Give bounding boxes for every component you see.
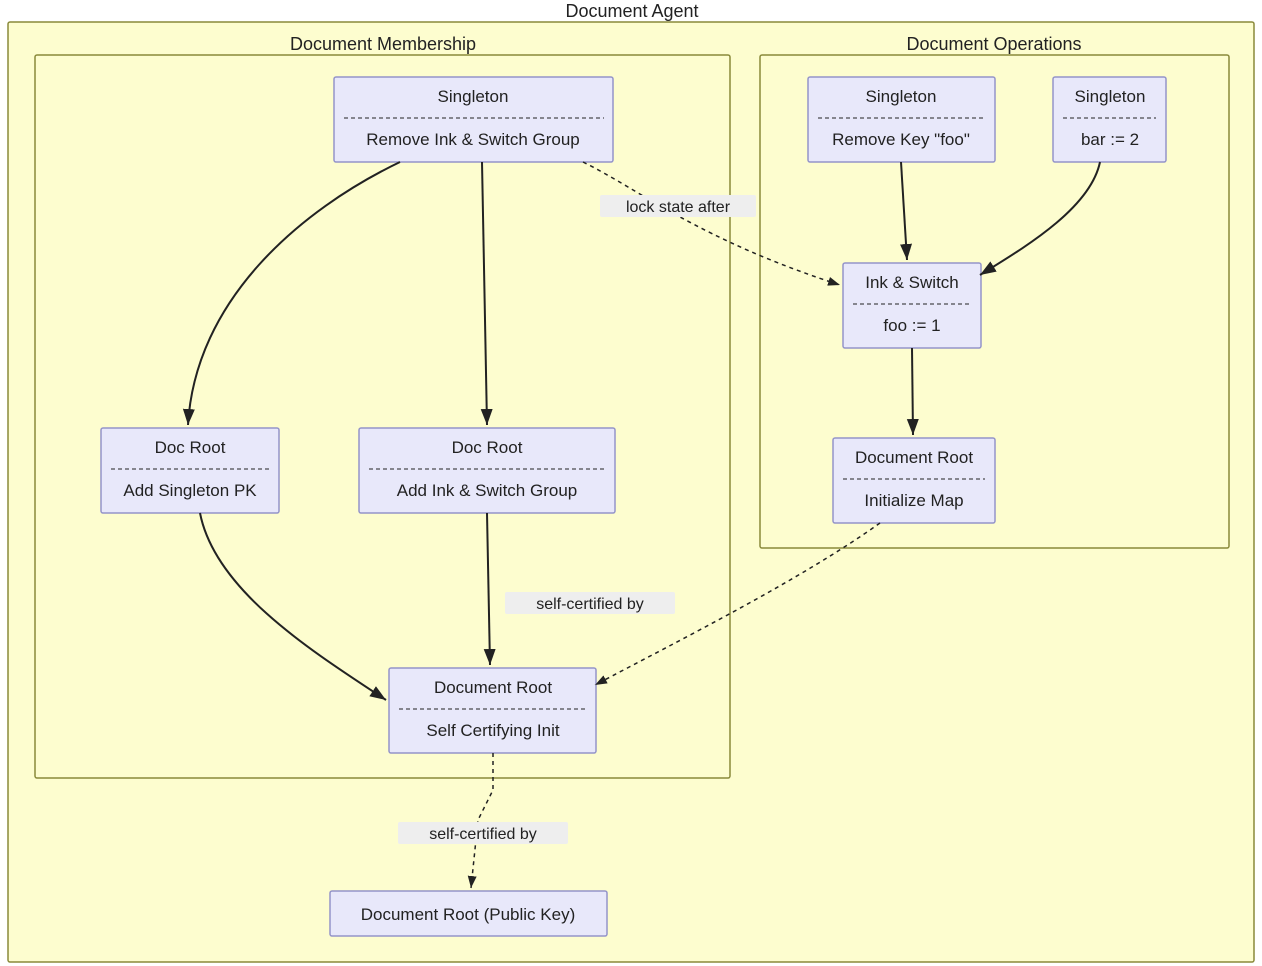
node-singleton-bar-body: bar := 2 (1081, 130, 1139, 149)
document-membership-subgraph (35, 55, 730, 778)
node-singleton-title: Singleton (438, 87, 509, 106)
edge-inkswitch-to-docrootmap (912, 348, 913, 435)
node-docroot-group-title: Doc Root (452, 438, 523, 457)
node-docroot-group-body: Add Ink & Switch Group (397, 481, 577, 500)
node-docroot-group: Doc Root Add Ink & Switch Group (359, 428, 615, 513)
node-singleton-remove-key-body: Remove Key "foo" (832, 130, 970, 149)
node-singleton-remove-group: Singleton Remove Ink & Switch Group (334, 77, 613, 162)
node-docroot-pk-title: Doc Root (155, 438, 226, 457)
edge-self-cert-1-label: self-certified by (536, 596, 644, 613)
node-docroot-map-title: Document Root (855, 448, 973, 467)
node-docroot-public-key: Document Root (Public Key) (330, 891, 607, 936)
edge-self-cert-2-label: self-certified by (429, 826, 537, 843)
node-docroot-map: Document Root Initialize Map (833, 438, 995, 523)
edge-lock-state-label: lock state after (626, 199, 731, 216)
node-docroot-map-body: Initialize Map (864, 491, 963, 510)
document-agent-title: Document Agent (565, 1, 698, 21)
document-membership-title: Document Membership (290, 34, 476, 54)
node-singleton-bar: Singleton bar := 2 (1053, 77, 1166, 162)
node-inkswitch-body: foo := 1 (883, 316, 940, 335)
node-docroot-init-body: Self Certifying Init (426, 721, 559, 740)
node-inkswitch: Ink & Switch foo := 1 (843, 263, 981, 348)
node-singleton-bar-title: Singleton (1075, 87, 1146, 106)
node-singleton-remove-key: Singleton Remove Key "foo" (808, 77, 995, 162)
node-inkswitch-title: Ink & Switch (865, 273, 959, 292)
node-docroot-pk-body: Add Singleton PK (123, 481, 257, 500)
node-docroot-pk: Doc Root Add Singleton PK (101, 428, 279, 513)
node-singleton-body: Remove Ink & Switch Group (366, 130, 580, 149)
node-singleton-remove-key-title: Singleton (866, 87, 937, 106)
node-docroot-public-key-label: Document Root (Public Key) (361, 905, 575, 924)
node-docroot-init: Document Root Self Certifying Init (389, 668, 596, 753)
node-docroot-init-title: Document Root (434, 678, 552, 697)
document-operations-title: Document Operations (906, 34, 1081, 54)
